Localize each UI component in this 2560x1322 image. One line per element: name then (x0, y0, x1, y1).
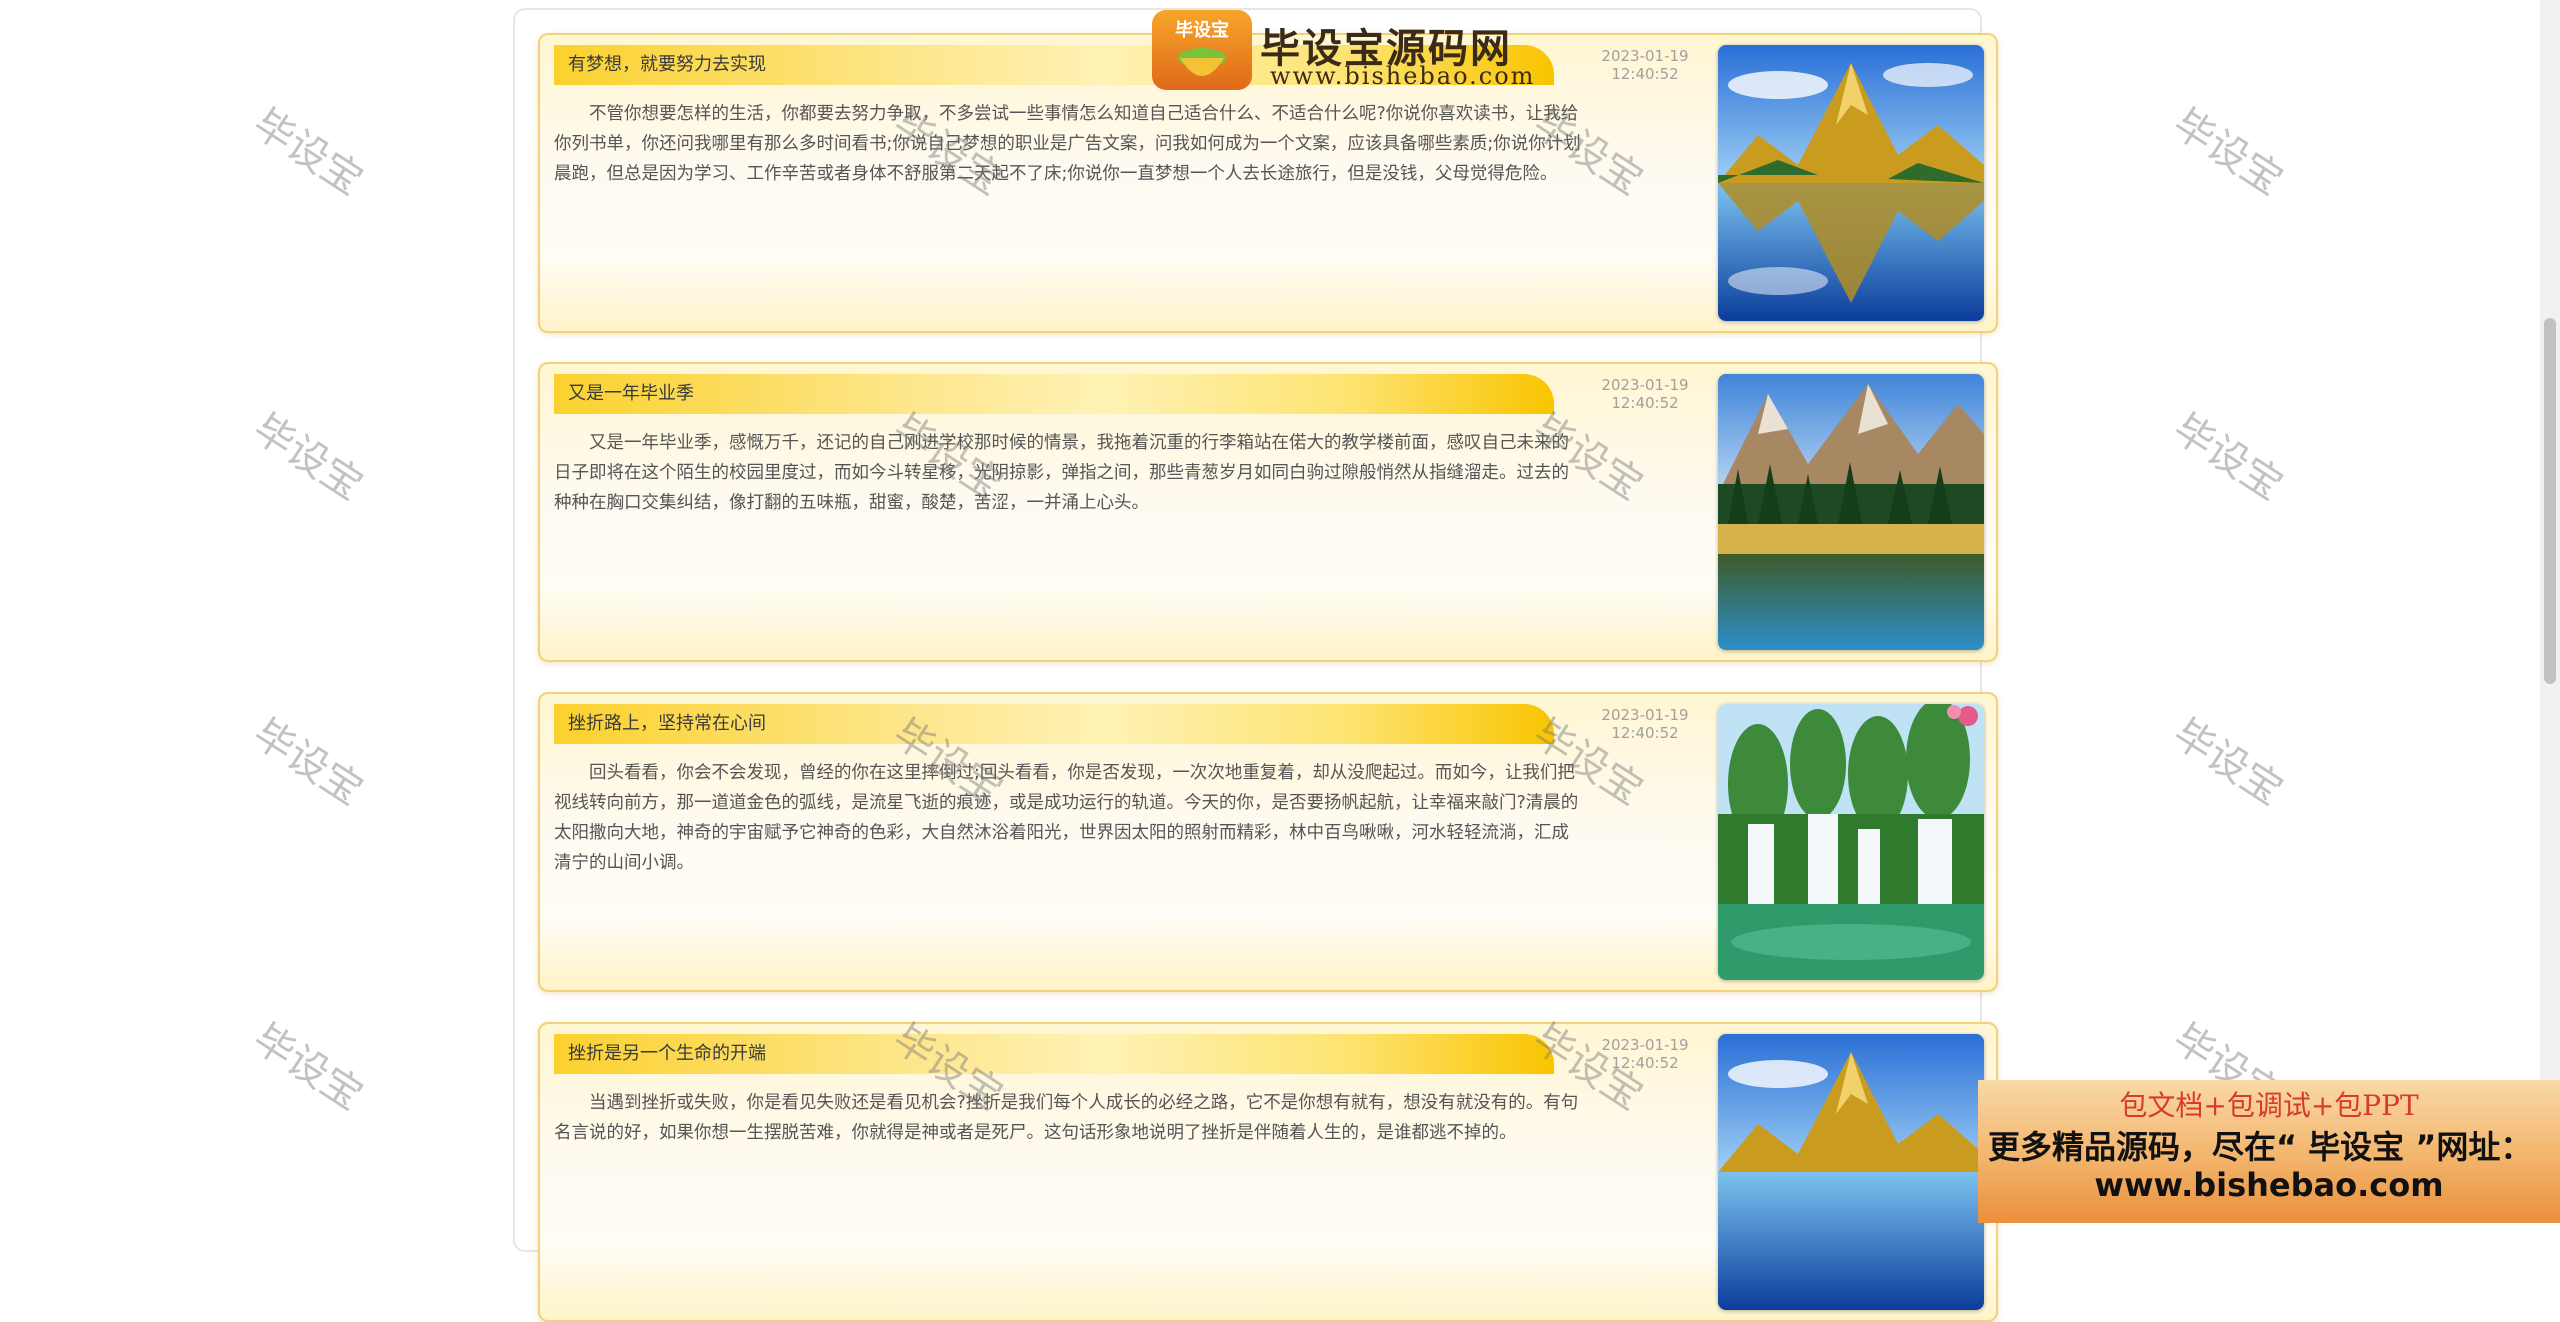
forest-lake-mountains-image[interactable] (1718, 374, 1984, 650)
article-title[interactable]: 又是一年毕业季 (568, 374, 694, 414)
site-logo: 毕设宝 毕设宝源码网 www.bishebao.com (1152, 6, 1533, 96)
article-summary: 不管你想要怎样的生活，你都要去努力争取，不多尝试一些事情怎么知道自己适合什么、不… (554, 104, 1581, 184)
article-title[interactable]: 挫折是另一个生命的开端 (568, 1034, 766, 1074)
article-summary: 当遇到挫折或失败，你是看见失败还是看见机会?挫折是我们每个人成长的必经之路，它不… (554, 1093, 1579, 1143)
watermark-text: 毕设宝 (244, 100, 371, 205)
promo-headline: 更多精品源码，尽在“ 毕设宝 ”网址： (1988, 1128, 2533, 1166)
article-title-bar: 又是一年毕业季 (554, 374, 1554, 414)
article-card[interactable]: 挫折路上，坚持常在心间 2023-01-19 12:40:52 回头看看，你会不… (538, 692, 1998, 992)
article-summary: 回头看看，你会不会发现，曾经的你在这里摔倒过;回头看看，你是否发现，一次次地重复… (554, 763, 1579, 873)
watermark-text: 毕设宝 (2164, 405, 2291, 510)
watermark-text: 毕设宝 (244, 1015, 371, 1120)
article-card[interactable]: 挫折是另一个生命的开端 2023-01-19 12:40:52 当遇到挫折或失败… (538, 1022, 1998, 1322)
watermark-text: 毕设宝 (2164, 100, 2291, 205)
promo-tagline: 包文档+包调试+包PPT (2119, 1089, 2419, 1122)
promo-url[interactable]: www.bishebao.com (1978, 1166, 2560, 1204)
page-scrollbar[interactable] (2540, 0, 2560, 1223)
watermark-text: 毕设宝 (244, 710, 371, 815)
scrollbar-thumb[interactable] (2544, 318, 2556, 684)
article-title-bar: 挫折是另一个生命的开端 (554, 1034, 1554, 1074)
watermark-text: 毕设宝 (244, 405, 371, 510)
cup-icon (1178, 48, 1226, 76)
article-date: 2023-01-19 12:40:52 (1601, 47, 1689, 83)
article-card[interactable]: 又是一年毕业季 2023-01-19 12:40:52 又是一年毕业季，感慨万千… (538, 362, 1998, 662)
article-summary: 又是一年毕业季，感慨万千，还记的自己刚进学校那时候的情景，我拖着沉重的行李箱站在… (554, 433, 1569, 513)
article-title[interactable]: 有梦想，就要努力去实现 (568, 45, 766, 85)
promo-banner[interactable]: 包文档+包调试+包PPT 更多精品源码，尽在“ 毕设宝 ”网址： www.bis… (1978, 1080, 2560, 1223)
logo-badge: 毕设宝 (1152, 10, 1252, 90)
article-title-bar: 挫折路上，坚持常在心间 (554, 704, 1554, 744)
mountain-lake-reflection-image[interactable] (1718, 1034, 1984, 1310)
watermark-text: 毕设宝 (2164, 710, 2291, 815)
article-date: 2023-01-19 12:40:52 (1601, 376, 1689, 412)
article-title[interactable]: 挫折路上，坚持常在心间 (568, 704, 766, 744)
waterfall-landscape-image[interactable] (1718, 704, 1984, 980)
mountain-lake-reflection-image[interactable] (1718, 45, 1984, 321)
